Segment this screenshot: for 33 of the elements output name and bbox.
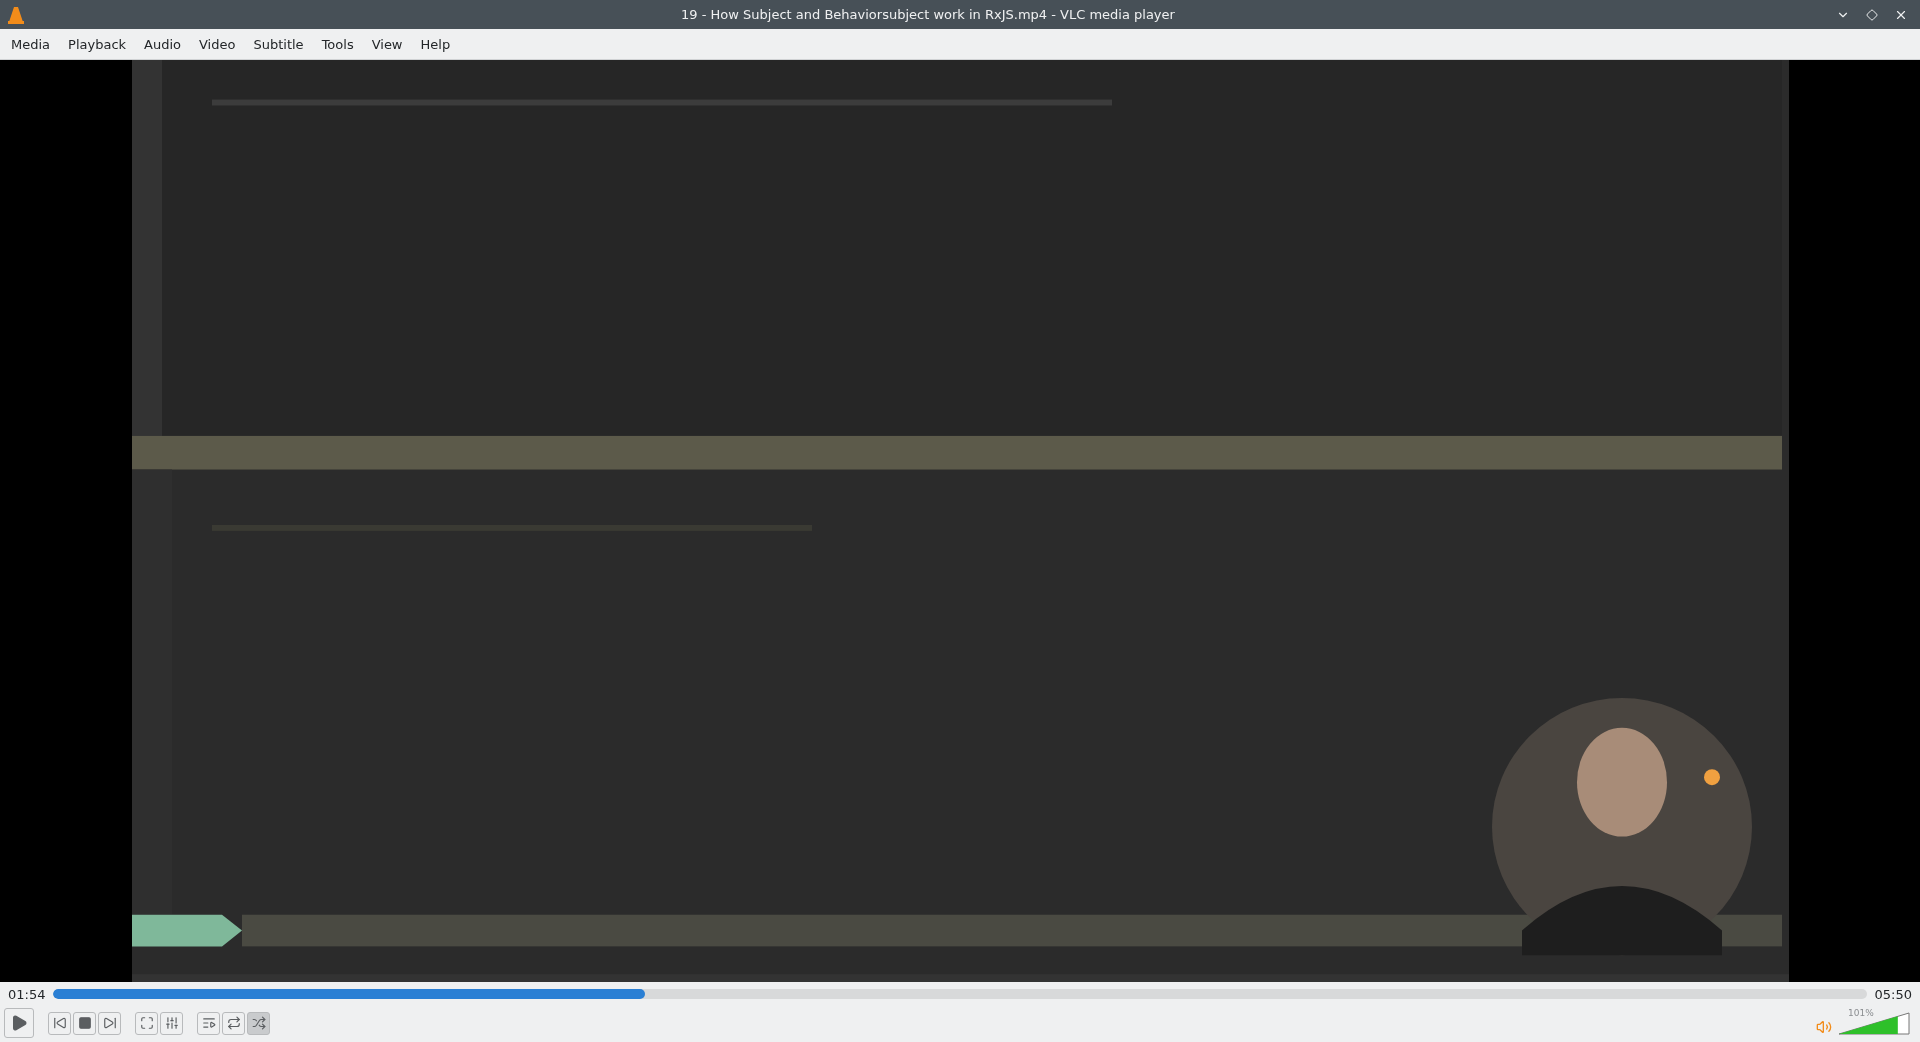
sliders-icon xyxy=(164,1016,179,1030)
fullscreen-icon xyxy=(139,1016,154,1030)
loop-button[interactable] xyxy=(222,1011,245,1035)
cone-logo-icon xyxy=(8,5,24,24)
volume-reading: 101% xyxy=(1848,1008,1874,1018)
stop-icon xyxy=(77,1016,92,1030)
previous-button[interactable] xyxy=(48,1011,71,1035)
seek-bar[interactable] xyxy=(53,989,1867,999)
stop-button[interactable] xyxy=(73,1011,96,1035)
maximize-icon xyxy=(1866,8,1878,21)
shuffle-icon xyxy=(251,1016,266,1030)
menu-item[interactable]: Subtitle xyxy=(244,32,313,56)
play-icon xyxy=(10,1014,28,1032)
elapsed-time: 01:54 xyxy=(8,986,46,1002)
menu-item[interactable]: Tools xyxy=(312,32,363,56)
total-time: 05:50 xyxy=(1874,986,1912,1002)
shuffle-button[interactable] xyxy=(247,1011,270,1035)
fullscreen-button[interactable] xyxy=(135,1011,158,1035)
menu-item[interactable]: Help xyxy=(411,32,460,56)
menu-item[interactable]: Media xyxy=(2,32,60,56)
play-button[interactable] xyxy=(4,1008,34,1038)
settings-button[interactable] xyxy=(160,1011,183,1035)
window-title: 19 - How Subject and Behaviorsubject work in RxJS.mp4 - VLC media player xyxy=(680,7,1176,22)
menu-item[interactable]: View xyxy=(362,32,412,56)
playlist-button[interactable] xyxy=(197,1011,220,1035)
next-icon xyxy=(102,1016,117,1030)
menu-item[interactable]: Video xyxy=(190,32,245,56)
loop-icon xyxy=(226,1016,241,1030)
menu-item[interactable]: Playback xyxy=(59,32,136,56)
menu-item[interactable]: Audio xyxy=(135,32,190,56)
playlist-icon xyxy=(201,1016,216,1030)
previous-icon xyxy=(52,1016,67,1030)
next-button[interactable] xyxy=(98,1011,121,1035)
